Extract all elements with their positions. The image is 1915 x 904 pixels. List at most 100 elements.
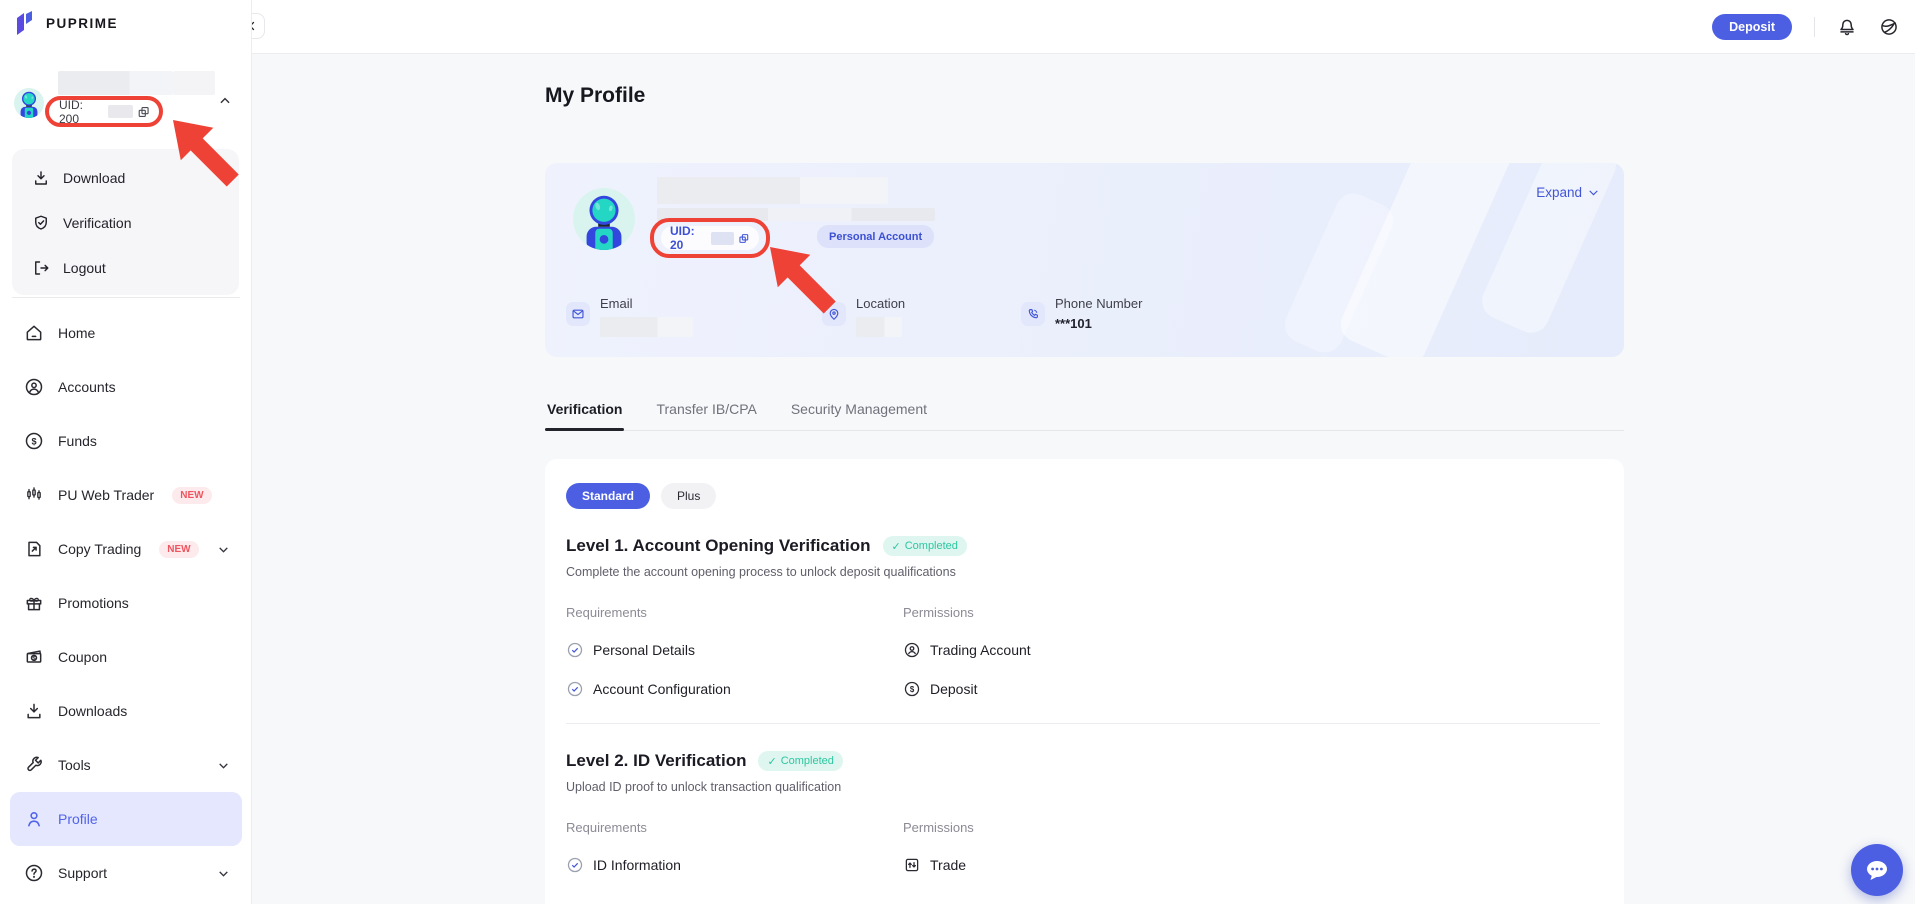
account-type-badge: Personal Account: [817, 225, 934, 248]
permission-deposit: $ Deposit: [903, 680, 1603, 698]
live-chat-button[interactable]: [1851, 844, 1903, 896]
status-label: Completed: [781, 755, 834, 767]
expand-label: Expand: [1536, 185, 1582, 200]
home-icon: [24, 323, 44, 343]
chevron-up-icon[interactable]: [218, 94, 232, 108]
requirement-id-information: ID Information: [566, 856, 903, 874]
chevron-down-icon: [217, 759, 230, 772]
avatar: [573, 188, 635, 250]
sidebar-item-funds[interactable]: $ Funds: [10, 414, 242, 468]
permission-label: Deposit: [930, 681, 977, 697]
sidebar-item-label: Funds: [58, 433, 97, 449]
brand-logo[interactable]: PUPRIME: [14, 10, 118, 36]
trading-account-icon: [903, 641, 921, 659]
permissions-column: Permissions Trading Account $ Deposit: [903, 605, 1603, 698]
menu-item-label: Logout: [63, 260, 106, 276]
notifications-bell-icon[interactable]: [1837, 17, 1857, 37]
sidebar-item-label: Copy Trading: [58, 541, 141, 557]
requirements-header: Requirements: [566, 605, 903, 620]
permissions-header: Permissions: [903, 820, 1603, 835]
sidebar-item-home[interactable]: Home: [10, 306, 242, 360]
chevron-down-icon: [217, 867, 230, 880]
sidebar-item-pu-web-trader[interactable]: PU Web Trader NEW: [10, 468, 242, 522]
redacted-uid-digits: [108, 105, 133, 118]
uid-badge-sidebar[interactable]: UID: 200: [51, 99, 158, 124]
account-summary[interactable]: UID: 200: [12, 66, 240, 138]
field-label: Email: [600, 296, 693, 311]
requirement-label: Account Configuration: [593, 681, 731, 697]
field-label: Location: [856, 296, 905, 311]
sidebar-nav: Home Accounts $ Funds PU Web Trader NEW …: [0, 306, 252, 900]
expand-toggle[interactable]: Expand: [1536, 185, 1600, 200]
requirements-column: Requirements ID Information: [566, 820, 903, 874]
topbar: Deposit: [252, 0, 1915, 54]
verification-card: Standard Plus Level 1. Account Opening V…: [545, 459, 1624, 904]
sidebar-item-accounts[interactable]: Accounts: [10, 360, 242, 414]
copy-icon[interactable]: [738, 232, 750, 245]
redacted-username: [58, 71, 173, 95]
svg-text:$: $: [910, 685, 915, 694]
check-glyph: ✓: [892, 540, 901, 553]
tab-security-management[interactable]: Security Management: [789, 397, 929, 430]
uid-badge-card[interactable]: UID: 20: [661, 226, 759, 250]
requirements-header: Requirements: [566, 820, 903, 835]
location-field: Location: [822, 296, 905, 337]
download-icon: [32, 169, 50, 187]
gift-icon: [24, 593, 44, 613]
sidebar-item-profile[interactable]: Profile: [10, 792, 242, 846]
email-icon: [566, 302, 590, 326]
new-badge: NEW: [159, 541, 198, 558]
deposit-icon: $: [903, 680, 921, 698]
menu-item-verification[interactable]: Verification: [12, 200, 239, 245]
section-divider: [566, 723, 1600, 724]
language-globe-icon[interactable]: [1879, 17, 1899, 37]
sidebar-item-label: Profile: [58, 811, 98, 827]
uid-label: UID: 200: [59, 98, 104, 126]
sidebar-item-label: Home: [58, 325, 95, 341]
permission-label: Trade: [930, 857, 966, 873]
copy-trading-icon: [24, 539, 44, 559]
sidebar-item-label: PU Web Trader: [58, 487, 154, 503]
sidebar: PUPRIME UID: 200: [0, 0, 252, 904]
redacted-subtext: [657, 208, 935, 221]
check-circle-icon: [566, 680, 584, 698]
chevron-down-icon: [217, 543, 230, 556]
sidebar-item-support[interactable]: Support: [10, 846, 242, 900]
level-2-description: Upload ID proof to unlock transaction qu…: [566, 780, 1603, 794]
copy-icon[interactable]: [137, 105, 150, 119]
sidebar-item-tools[interactable]: Tools: [10, 738, 242, 792]
sidebar-item-copy-trading[interactable]: Copy Trading NEW: [10, 522, 242, 576]
accounts-icon: [24, 377, 44, 397]
profile-icon: [24, 809, 44, 829]
sidebar-item-label: Coupon: [58, 649, 107, 665]
avatar: [14, 88, 44, 118]
deposit-button[interactable]: Deposit: [1712, 14, 1792, 40]
funds-icon: $: [24, 431, 44, 451]
sidebar-divider: [12, 297, 240, 298]
email-field: Email: [566, 296, 693, 337]
menu-item-logout[interactable]: Logout: [12, 245, 239, 290]
level-1-title: Level 1. Account Opening Verification: [566, 536, 871, 556]
map-pin-icon: [822, 302, 846, 326]
sidebar-item-coupon[interactable]: $ Coupon: [10, 630, 242, 684]
sidebar-item-promotions[interactable]: Promotions: [10, 576, 242, 630]
account-dropdown-menu: Download Verification Logout: [12, 149, 239, 295]
profile-hero-card: UID: 20 Personal Account Expand Email: [545, 163, 1624, 357]
field-label: Phone Number: [1055, 296, 1142, 311]
sidebar-item-downloads[interactable]: Downloads: [10, 684, 242, 738]
puprime-logo-icon: [14, 10, 38, 36]
svg-text:$: $: [31, 436, 36, 446]
standard-plan-pill[interactable]: Standard: [566, 483, 650, 509]
menu-item-download[interactable]: Download: [12, 155, 239, 200]
chat-bubble-icon: [1864, 858, 1890, 882]
status-badge-completed: ✓ Completed: [758, 751, 842, 771]
tab-verification[interactable]: Verification: [545, 397, 624, 430]
sidebar-item-label: Support: [58, 865, 107, 881]
redacted-uid-digits: [711, 232, 734, 245]
tab-transfer-ib-cpa[interactable]: Transfer IB/CPA: [654, 397, 758, 430]
topbar-divider: [1814, 17, 1815, 37]
support-icon: [24, 863, 44, 883]
requirement-label: ID Information: [593, 857, 681, 873]
plus-plan-pill[interactable]: Plus: [661, 483, 716, 509]
page-title: My Profile: [545, 84, 645, 108]
